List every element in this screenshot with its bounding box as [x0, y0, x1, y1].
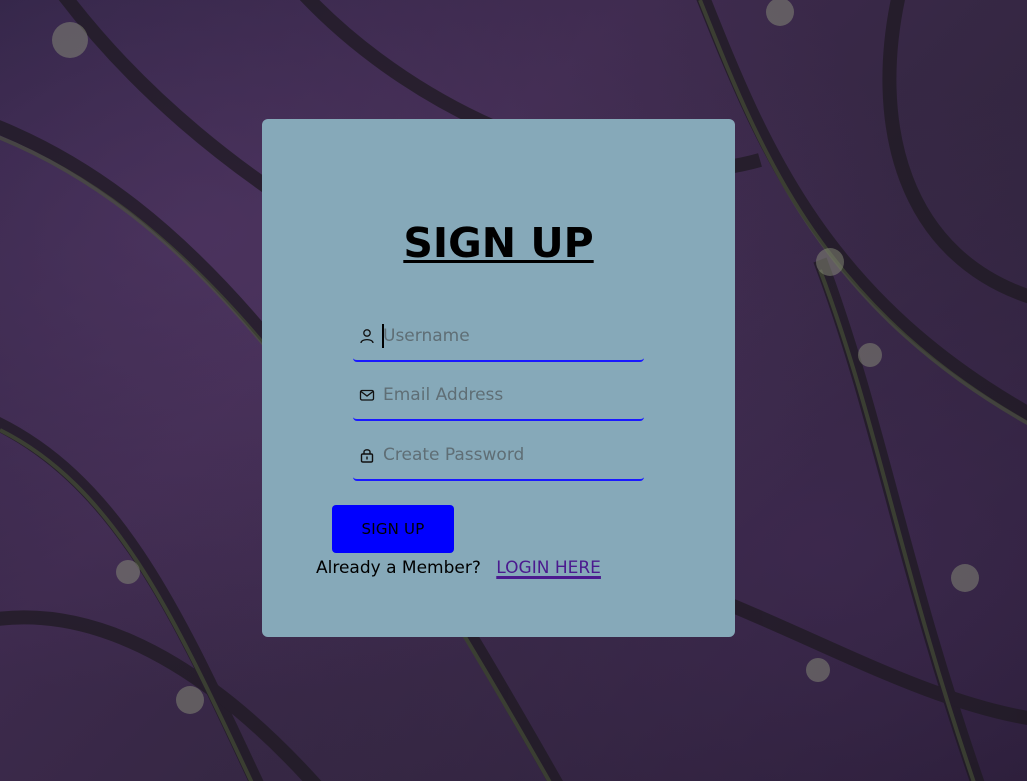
user-icon	[359, 328, 375, 344]
signup-button[interactable]: SIGN UP	[332, 505, 454, 553]
email-input[interactable]	[383, 381, 638, 409]
member-text: Already a Member?	[316, 558, 481, 578]
login-prompt: Already a Member? LOGIN HERE	[316, 558, 601, 578]
email-field[interactable]	[353, 375, 644, 421]
text-cursor	[382, 324, 384, 348]
password-field[interactable]	[353, 435, 644, 481]
username-field[interactable]	[353, 316, 644, 362]
username-input[interactable]	[383, 322, 638, 350]
login-link[interactable]: LOGIN HERE	[496, 558, 601, 578]
signup-card: SIGN UP SIGN UP	[262, 119, 735, 637]
lock-icon	[359, 447, 375, 463]
page-title: SIGN UP	[403, 219, 594, 267]
password-input[interactable]	[383, 441, 638, 469]
mail-icon	[359, 387, 375, 403]
